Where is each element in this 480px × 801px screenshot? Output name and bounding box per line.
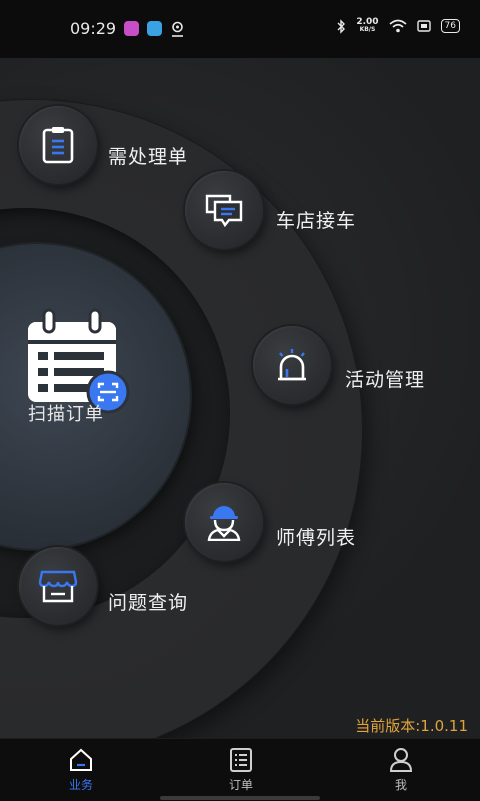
clipboard-icon xyxy=(42,127,74,164)
worker-icon xyxy=(207,506,241,541)
status-bar: 09:29 2.00 KB/S 76 xyxy=(0,0,480,58)
tab-label: 订单 xyxy=(228,778,253,792)
menu-item-technician-list[interactable] xyxy=(185,483,263,561)
home-indicator[interactable] xyxy=(160,796,320,800)
alarm-light-icon xyxy=(278,349,306,381)
list-icon xyxy=(230,748,252,772)
sim-card-icon xyxy=(416,20,431,32)
menu-item-label[interactable]: 问题查询 xyxy=(108,588,188,615)
location-icon xyxy=(172,21,183,37)
storefront-icon xyxy=(38,570,78,603)
menu-item-pending-orders[interactable] xyxy=(19,106,97,184)
tab-label: 我 xyxy=(394,778,407,792)
bluetooth-icon xyxy=(337,18,346,34)
app-notification-icon xyxy=(147,21,162,36)
bottom-tab-bar: 业务 订单 我 xyxy=(0,738,480,801)
menu-item-store-pickup[interactable] xyxy=(185,171,263,249)
menu-item-issue-query[interactable] xyxy=(19,547,97,625)
menu-item-label[interactable]: 师傅列表 xyxy=(276,523,356,550)
person-icon xyxy=(389,748,413,772)
scan-order-label[interactable]: 扫描订单 xyxy=(28,400,104,426)
battery-indicator: 76 xyxy=(440,19,460,33)
status-icons: 2.00 KB/S 76 xyxy=(337,18,460,34)
tab-label: 业务 xyxy=(68,778,93,792)
menu-item-label[interactable]: 车店接车 xyxy=(276,206,356,233)
app-notification-icon xyxy=(124,21,139,36)
menu-item-label[interactable]: 活动管理 xyxy=(345,365,425,392)
menu-item-label[interactable]: 需处理单 xyxy=(108,142,188,169)
status-time: 09:29 xyxy=(70,19,117,38)
main-area: 扫描订单 需处理单 车店接车 活动管理 师傅列表 问题查询 当前版本:1.0.1… xyxy=(0,58,480,738)
wifi-icon xyxy=(388,19,407,33)
chat-bubbles-icon xyxy=(205,194,243,228)
tab-business[interactable]: 业务 xyxy=(31,739,131,801)
menu-item-activity-management[interactable] xyxy=(253,326,331,404)
version-label: 当前版本:1.0.11 xyxy=(355,717,468,735)
net-speed: 2.00 KB/S xyxy=(356,17,379,34)
tab-me[interactable]: 我 xyxy=(351,739,451,801)
home-icon xyxy=(70,748,92,771)
tab-orders[interactable]: 订单 xyxy=(191,739,291,801)
